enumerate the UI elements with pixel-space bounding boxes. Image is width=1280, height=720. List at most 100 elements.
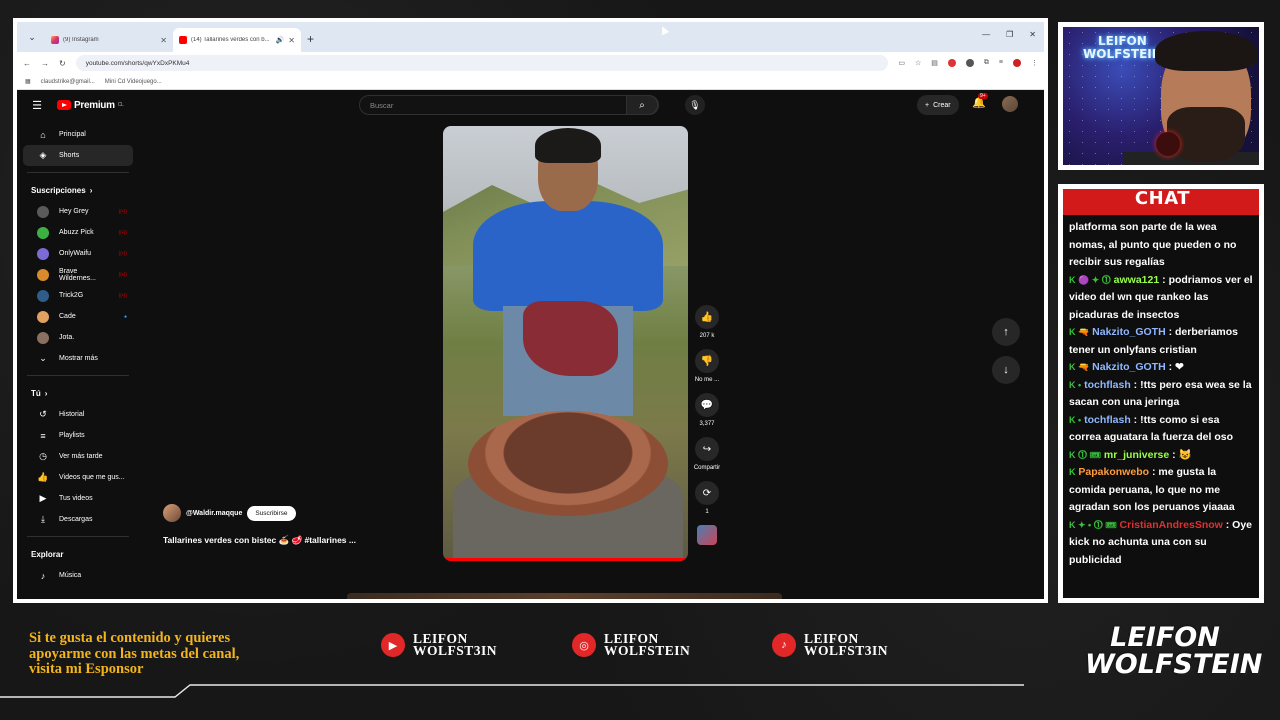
sidebar-item-channel[interactable]: Hey Grey ((•)): [23, 201, 133, 222]
youtube-icon: ▶: [381, 633, 405, 657]
plus-icon: +: [925, 101, 930, 109]
sidebar-section-title[interactable]: Tú ›: [17, 382, 139, 404]
search-input[interactable]: Buscar ⌕: [359, 95, 659, 115]
thumbs-down-icon: 👎: [695, 349, 719, 373]
sidebar-section-title[interactable]: Suscripciones ›: [17, 179, 139, 201]
chat-message: K ⓵ 🎟 mr_juniverse : 😺: [1069, 448, 1192, 461]
apps-icon[interactable]: ▦: [25, 78, 31, 85]
profile-icon[interactable]: [1013, 59, 1021, 67]
chat-username[interactable]: CristianAndresSnow: [1120, 519, 1223, 531]
chat-title: CHAT: [1135, 189, 1191, 209]
maximize-icon[interactable]: ❐: [1006, 30, 1013, 39]
sidebar-item-label: Ver más tarde: [59, 453, 103, 460]
chat-username[interactable]: Nakzito_GOTH: [1092, 361, 1166, 373]
chat-username[interactable]: Papakonwebo: [1078, 466, 1149, 478]
sidebar-item-channel[interactable]: Jota.: [23, 327, 133, 348]
chat-panel: CHAT platforma son parte de la wea nomas…: [1063, 189, 1259, 598]
sponsor-line: visita mi Esponsor: [29, 661, 144, 677]
extension-icon[interactable]: ▤: [931, 59, 938, 67]
dislike-label: No me ...: [694, 377, 720, 383]
puzzle-icon[interactable]: ⧉: [984, 59, 989, 67]
sound-thumbnail[interactable]: [697, 525, 717, 545]
sidebar-item-principal[interactable]: ⌂ Principal: [23, 124, 133, 145]
extension-icons: ▭ ☆ ▤ ⧉ ≡ ⋮: [898, 59, 1038, 67]
chat-username[interactable]: mr_juniverse: [1104, 449, 1169, 461]
sidebar-item-ver-más-tarde[interactable]: ◷ Ver más tarde: [23, 446, 133, 467]
sidebar-item-channel[interactable]: Abuzz Pick ((•)): [23, 222, 133, 243]
cast-icon[interactable]: ▭: [898, 59, 905, 67]
shorts-icon: ◈: [39, 150, 47, 160]
dislike-button[interactable]: 👎 No me ...: [695, 349, 719, 383]
sidebar-item-channel[interactable]: Trick2G ((•)): [23, 285, 133, 306]
divider: [27, 375, 129, 376]
avatar[interactable]: [1002, 96, 1018, 112]
channel-avatar: [37, 310, 49, 323]
sidebar-item-historial[interactable]: ↺ Historial: [23, 404, 133, 425]
instagram-icon: ◎: [572, 633, 596, 657]
video-progress-bar[interactable]: [443, 558, 688, 561]
voice-search-button[interactable]: 🎙: [685, 95, 705, 115]
live-indicator-icon: ((•)): [118, 208, 127, 215]
sponsor-text: Si te gusta el contenido y quieres apoya…: [29, 630, 239, 678]
kebab-icon[interactable]: ⋮: [1031, 59, 1038, 67]
tab-instagram[interactable]: (9) Instagram ✕: [45, 28, 173, 52]
channel-name[interactable]: @Waldir.maqque: [186, 510, 242, 517]
chat-text: platforma son parte de la wea nomas, al …: [1069, 221, 1237, 268]
remix-button[interactable]: ⟳ 1: [695, 481, 719, 515]
new-tab-button[interactable]: +: [307, 32, 314, 46]
channel-avatar[interactable]: [163, 504, 181, 522]
comments-button[interactable]: 💬 3,377: [695, 393, 719, 427]
sidebar-item-channel[interactable]: Cade ●: [23, 306, 133, 327]
sidebar-item-channel[interactable]: Brave Wildernes... ((•)): [23, 264, 133, 285]
brand-logo: LEIFON WOLFSTEIN: [1085, 624, 1262, 678]
forward-icon[interactable]: →: [41, 59, 49, 68]
share-label: Compartir: [693, 465, 721, 471]
comment-icon: 💬: [695, 393, 719, 417]
close-icon[interactable]: ✕: [288, 36, 295, 45]
youtube-logo[interactable]: Premium CL: [57, 100, 124, 111]
bookmark-item[interactable]: claudstrike@gmail...: [41, 79, 95, 85]
extension-icon[interactable]: [947, 59, 956, 67]
next-short-button[interactable]: ↓: [992, 356, 1020, 384]
close-icon[interactable]: ✕: [160, 36, 167, 45]
notifications-button[interactable]: 🔔 9+: [972, 93, 988, 109]
sidebar-item-descargas[interactable]: ⤓ Descargas: [23, 509, 133, 530]
subscribe-button[interactable]: Suscribirse: [247, 505, 296, 521]
search-button[interactable]: ⌕: [626, 95, 658, 115]
sidebar-item-playlists[interactable]: ≡ Playlists: [23, 425, 133, 446]
like-button[interactable]: 👍 207 k: [695, 305, 719, 339]
tab-search-icon[interactable]: ⌄: [21, 26, 43, 48]
sidebar-item-música[interactable]: ♪ Música: [23, 565, 133, 586]
chat-username[interactable]: awwa121: [1114, 274, 1160, 286]
hamburger-menu-icon[interactable]: ☰: [17, 99, 57, 112]
previous-short-button[interactable]: ↑: [992, 318, 1020, 346]
close-window-icon[interactable]: ✕: [1029, 30, 1036, 39]
video-title[interactable]: Tallarines verdes con bistec 🍝 🥩 #tallar…: [163, 535, 356, 546]
back-icon[interactable]: ←: [23, 59, 31, 68]
chat-username[interactable]: tochflash: [1084, 414, 1131, 426]
sidebar-item-channel[interactable]: OnlyWaifu ((•)): [23, 243, 133, 264]
sidebar-item-shorts[interactable]: ◈ Shorts: [23, 145, 133, 166]
sidebar-item-tus-videos[interactable]: ▶ Tus videos: [23, 488, 133, 509]
short-video-player[interactable]: [443, 126, 688, 561]
star-icon[interactable]: ☆: [915, 59, 921, 67]
tab-youtube[interactable]: (14) Tallarines verdes con b... 🔊 ✕: [173, 28, 301, 52]
speaker-icon[interactable]: 🔊: [276, 36, 285, 44]
reload-icon[interactable]: ↻: [59, 59, 66, 68]
show-more-button[interactable]: ⌄ Mostrar más: [23, 348, 133, 369]
share-button[interactable]: ↪ Compartir: [694, 437, 720, 471]
create-button[interactable]: + Crear: [917, 95, 959, 115]
url-input[interactable]: youtube.com/shorts/qwYxDxPKMu4: [75, 55, 889, 71]
social-line: WOLFST3IN: [804, 643, 889, 658]
chat-username[interactable]: tochflash: [1084, 379, 1131, 391]
sidebar-section-title[interactable]: Explorar: [17, 543, 139, 565]
tab-title: (14) Tallarines verdes con b...: [191, 37, 270, 43]
extension-icon[interactable]: [965, 59, 974, 67]
chat-username[interactable]: Nakzito_GOTH: [1092, 326, 1166, 338]
youtube-page: ☰ Premium CL Buscar ⌕ 🎙 + Crear 🔔 9+ ⌂ P…: [17, 90, 1044, 599]
bookmark-item[interactable]: Mini Cd Videojuego...: [105, 79, 162, 85]
divider: [27, 536, 129, 537]
sidebar-item-videos-que-me-gus[interactable]: 👍 Videos que me gus...: [23, 467, 133, 488]
menu-icon[interactable]: ≡: [999, 59, 1003, 67]
minimize-icon[interactable]: —: [982, 30, 990, 39]
